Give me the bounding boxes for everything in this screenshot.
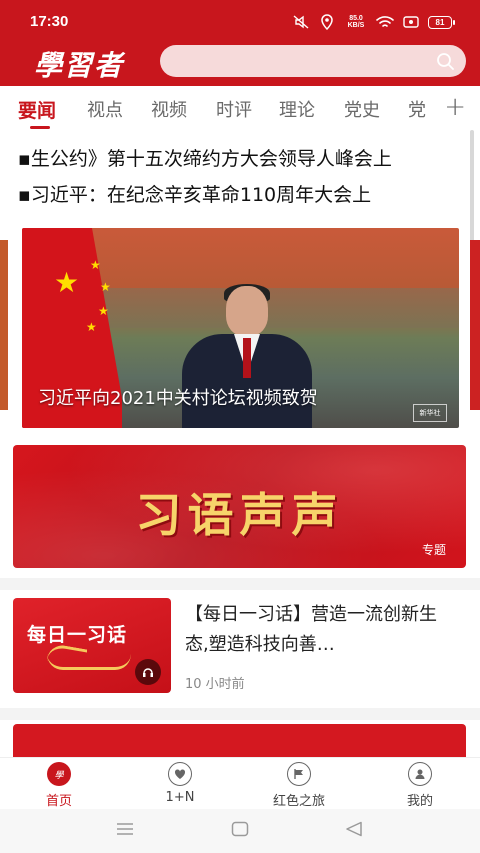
- news-time: 10 小时前: [185, 677, 245, 692]
- flag-star-icon: ★: [86, 320, 97, 334]
- back-button-icon[interactable]: [345, 821, 363, 841]
- news-thumbnail[interactable]: 每日一习话: [13, 598, 171, 693]
- battery-indicator: 81: [428, 15, 455, 29]
- location-icon: [318, 14, 336, 30]
- nav-mine[interactable]: 我的: [375, 762, 465, 809]
- add-channel-icon[interactable]: +: [444, 92, 466, 122]
- app-logo[interactable]: 學習者: [34, 44, 124, 84]
- record-icon: [402, 14, 420, 30]
- section-divider: [0, 708, 480, 720]
- speed-value: 85.0: [349, 15, 363, 22]
- next-card-peek[interactable]: [13, 724, 466, 758]
- nav-home[interactable]: 學 首页: [14, 762, 104, 809]
- search-icon[interactable]: [436, 52, 454, 70]
- special-topic-title: 习语声声: [135, 488, 344, 542]
- wifi-icon: [376, 14, 394, 30]
- tab-shipin[interactable]: 视频: [151, 96, 187, 122]
- flag-star-icon: ★: [54, 266, 80, 299]
- home-logo-icon: 學: [47, 762, 71, 786]
- network-speed: 85.0 KB/S: [344, 15, 368, 29]
- flag-star-icon: ★: [90, 258, 101, 272]
- tab-dang[interactable]: 党: [408, 96, 426, 122]
- heart-icon: [168, 762, 192, 786]
- nav-label: 1+N: [165, 790, 195, 805]
- nav-label: 红色之旅: [272, 794, 325, 809]
- status-time: 17:30: [30, 13, 69, 30]
- status-icons: 85.0 KB/S 81: [292, 12, 455, 32]
- active-tab-indicator: [30, 126, 50, 129]
- tab-yaowen[interactable]: 要闻: [18, 96, 56, 123]
- news-title[interactable]: 【每日一习话】营造一流创新生态,塑造科技向善…: [185, 600, 455, 660]
- system-navigation-bar: [0, 809, 480, 853]
- status-bar: 17:30 85.0 KB/S 81: [0, 0, 480, 44]
- special-topic-banner[interactable]: 习语声声 专题: [13, 445, 466, 568]
- headline-item[interactable]: ▪习近平：在纪念辛亥革命110周年大会上: [18, 180, 458, 207]
- nav-label: 首页: [45, 794, 72, 809]
- section-divider: [0, 578, 480, 590]
- tab-lilun[interactable]: 理论: [279, 96, 315, 122]
- banner-caption: 习近平向2021中关村论坛视频致贺: [38, 388, 318, 409]
- audio-play-icon[interactable]: [135, 659, 161, 685]
- featured-banner[interactable]: ★ ★ ★ ★ ★ 习近平向2021中关村论坛视频致贺 新华社: [22, 228, 459, 428]
- flag-star-icon: ★: [100, 280, 111, 294]
- news-agency-badge: 新华社: [413, 404, 447, 422]
- search-input[interactable]: [160, 45, 466, 77]
- thumbnail-title: 每日一习话: [27, 624, 128, 646]
- nav-red-tour[interactable]: 红色之旅: [254, 762, 344, 809]
- channel-tabs: 要闻 视点 视频 时评 理论 党史 党 +: [0, 88, 480, 130]
- user-icon: [408, 762, 432, 786]
- speed-unit: KB/S: [347, 22, 365, 29]
- headline-item[interactable]: ▪生公约》第十五次缔约方大会领导人峰会上: [18, 144, 458, 171]
- nav-1n[interactable]: 1+N: [135, 762, 225, 805]
- home-button-icon[interactable]: [231, 821, 249, 841]
- flag-star-icon: ★: [98, 304, 109, 318]
- carousel-prev-peek[interactable]: [0, 240, 8, 410]
- flag-icon: [287, 762, 311, 786]
- book-icon: [47, 654, 131, 670]
- special-topic-tag: 专题: [421, 543, 446, 557]
- tab-dangshi[interactable]: 党史: [344, 96, 380, 122]
- mute-icon: [292, 14, 310, 30]
- menu-icon[interactable]: [116, 821, 134, 840]
- tab-shiping[interactable]: 时评: [216, 96, 252, 122]
- tab-shidian[interactable]: 视点: [87, 96, 123, 122]
- nav-label: 我的: [406, 794, 433, 809]
- carousel-next-peek[interactable]: [470, 240, 480, 410]
- bottom-navigation: 學 首页 1+N 红色之旅 我的: [0, 757, 480, 809]
